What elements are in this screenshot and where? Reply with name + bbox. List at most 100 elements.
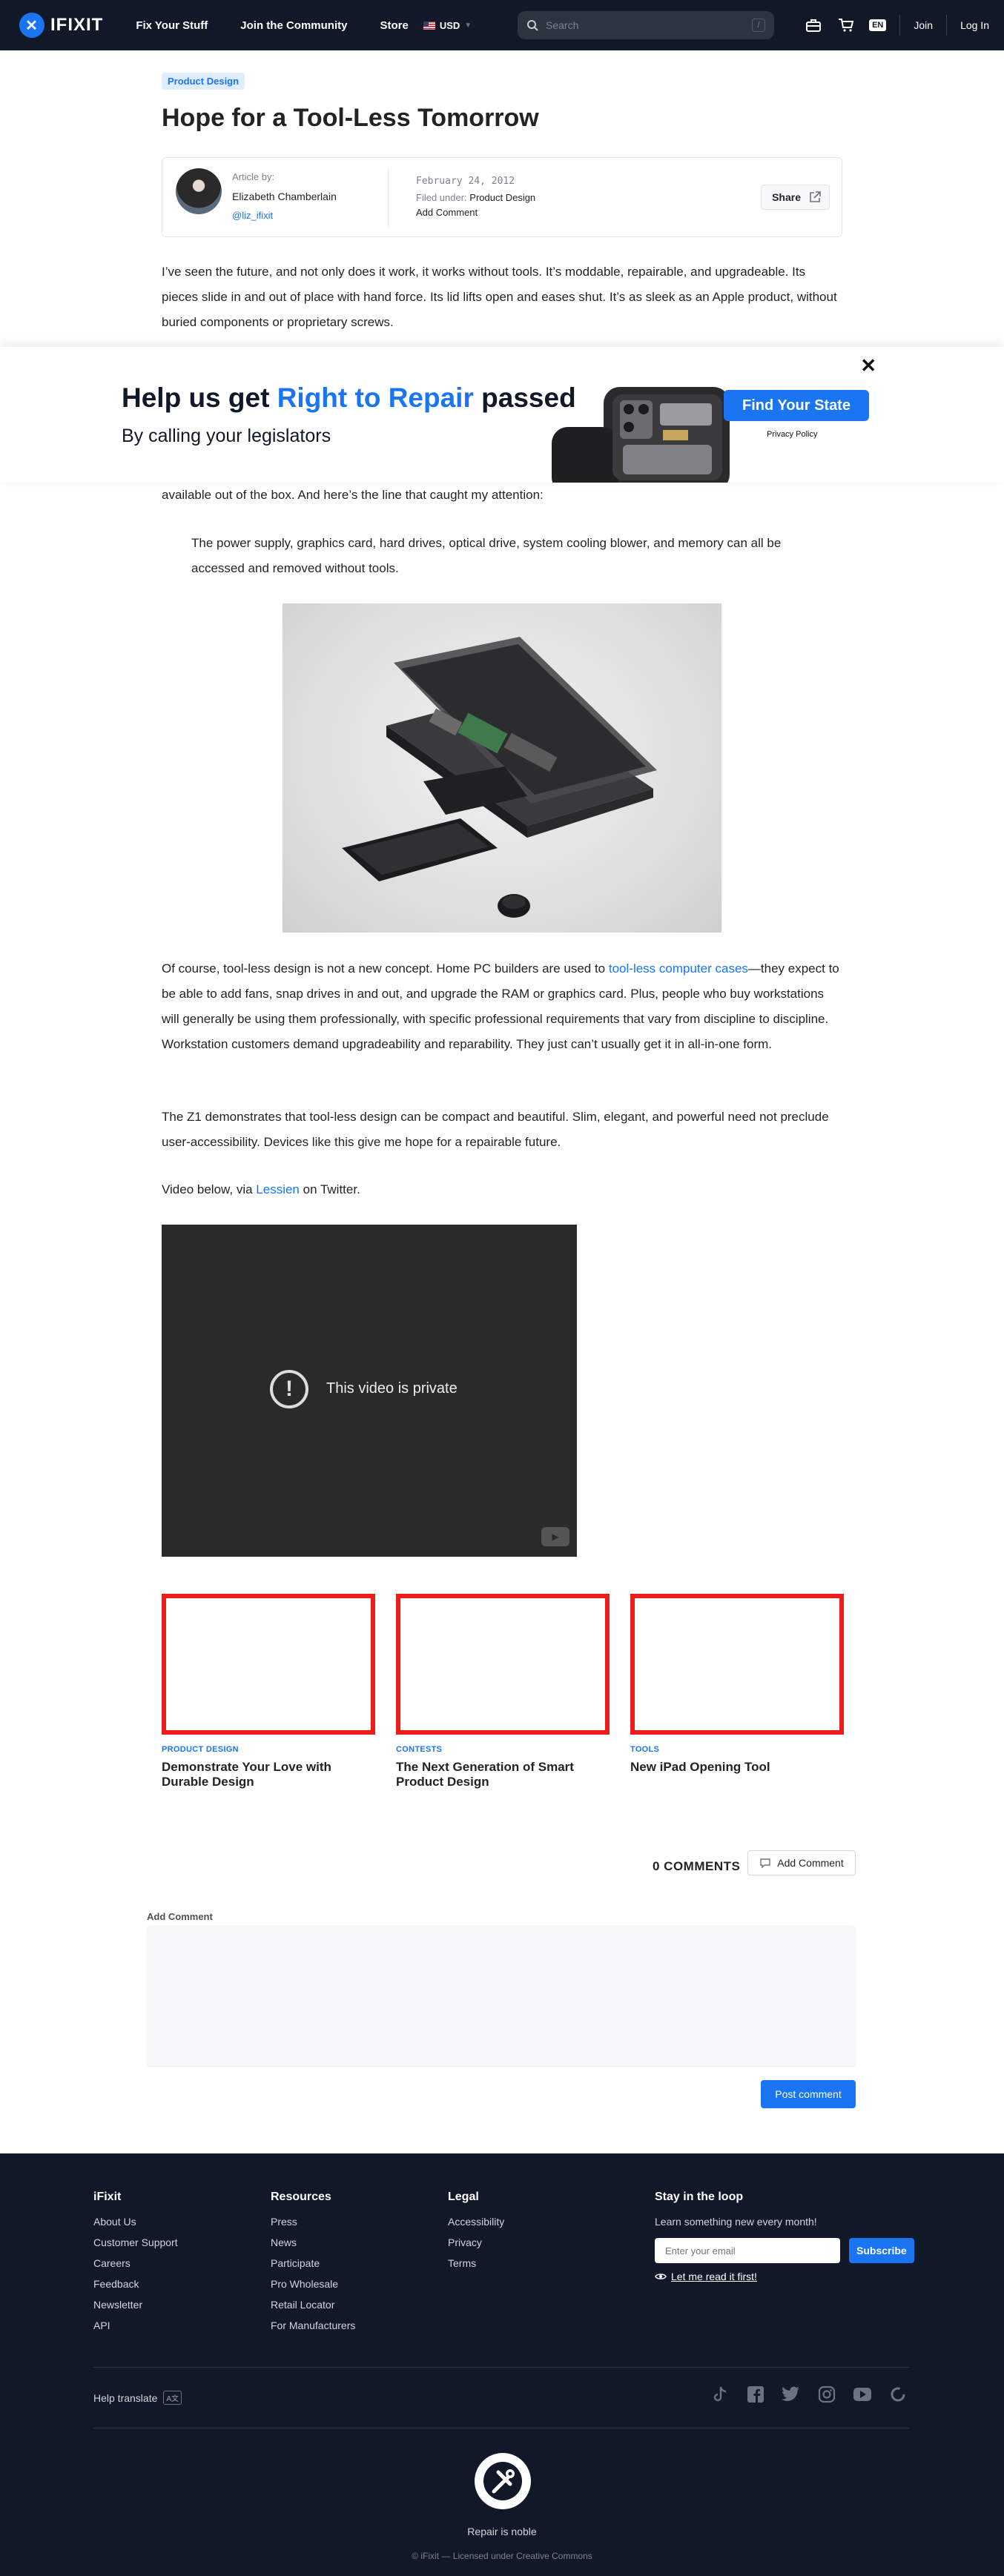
footer-link[interactable]: Pro Wholesale — [271, 2278, 355, 2290]
twitter-icon[interactable] — [782, 2385, 801, 2404]
language-selector[interactable]: EN — [869, 19, 887, 31]
newsletter-email-input[interactable] — [655, 2238, 840, 2263]
related-card-category[interactable]: PRODUCT DESIGN — [162, 1745, 375, 1754]
search-bar[interactable]: / — [518, 11, 774, 39]
site-footer: iFixit About Us Customer Support Careers… — [0, 2153, 1004, 2576]
facebook-icon[interactable] — [746, 2385, 765, 2404]
lessien-link[interactable]: Lessien — [256, 1182, 300, 1196]
help-translate[interactable]: Help translate A文 — [93, 2391, 182, 2405]
article-meta-box: Article by: Elizabeth Chamberlain @liz_i… — [162, 157, 842, 237]
footer-heading: iFixit — [93, 2191, 122, 2203]
p5-text-before: Video below, via — [162, 1182, 257, 1196]
p3-text-before: Of course, tool-less design is not a new… — [162, 961, 609, 976]
related-card[interactable]: CONTESTS The Next Generation of Smart Pr… — [396, 1594, 610, 1789]
youtube-icon[interactable] — [853, 2385, 872, 2404]
nav-divider — [946, 15, 948, 36]
instagram-icon[interactable] — [817, 2385, 836, 2404]
comment-icon — [760, 1858, 770, 1868]
banner-subline: By calling your legislators — [122, 426, 331, 446]
subscribe-button[interactable]: Subscribe — [849, 2238, 914, 2263]
article-category-tag[interactable]: Product Design — [162, 73, 245, 90]
join-link[interactable]: Join — [914, 19, 933, 31]
translate-icon: A文 — [163, 2391, 182, 2405]
login-link[interactable]: Log In — [960, 19, 989, 31]
footer-link[interactable]: Retail Locator — [271, 2299, 355, 2311]
brand-name: IFIXIT — [50, 15, 104, 35]
tool-less-cases-link[interactable]: tool-less computer cases — [609, 961, 748, 976]
footer-copyright: © iFixit — Licensed under Creative Commo… — [412, 2551, 592, 2561]
footer-link[interactable]: Privacy — [448, 2236, 504, 2248]
find-your-state-button[interactable]: Find Your State — [724, 390, 869, 421]
footer-divider — [93, 2367, 909, 2368]
footer-link[interactable]: Accessibility — [448, 2216, 504, 2228]
video-embed[interactable]: ! This video is private ▶ — [162, 1225, 577, 1557]
related-card-category[interactable]: CONTESTS — [396, 1745, 610, 1754]
read-it-first-label: Let me read it first! — [671, 2271, 757, 2282]
related-card-title[interactable]: Demonstrate Your Love with Durable Desig… — [162, 1760, 375, 1789]
currency-label: USD — [439, 19, 460, 31]
share-button[interactable]: Share — [761, 185, 830, 210]
chevron-down-icon: ▼ — [464, 21, 472, 30]
nav-link-join-community[interactable]: Join the Community — [240, 19, 347, 32]
repair-manifesto-logo — [475, 2453, 531, 2509]
related-card-title[interactable]: New iPad Opening Tool — [630, 1760, 844, 1775]
footer-link[interactable]: Participate — [271, 2257, 355, 2269]
nav-actions: EN Join Log In — [804, 0, 989, 50]
article-paragraph-3: Of course, tool-less design is not a new… — [162, 956, 844, 1057]
author-name[interactable]: Elizabeth Chamberlain — [232, 191, 337, 202]
privacy-policy-link[interactable]: Privacy Policy — [767, 430, 817, 439]
p5-text-after: on Twitter. — [299, 1182, 360, 1196]
author-avatar[interactable] — [176, 168, 222, 214]
newsletter-text: Learn something new every month! — [655, 2216, 817, 2228]
footer-link[interactable]: About Us — [93, 2216, 178, 2228]
currency-selector[interactable]: USD ▼ — [423, 20, 472, 31]
footer-link[interactable]: Careers — [93, 2257, 178, 2269]
article-date: February 24, 2012 — [416, 176, 515, 187]
footer-link[interactable]: For Manufacturers — [271, 2320, 355, 2331]
cart-icon[interactable] — [836, 16, 856, 35]
search-icon — [527, 20, 538, 31]
related-card-title[interactable]: The Next Generation of Smart Product Des… — [396, 1760, 610, 1789]
related-card-image[interactable] — [630, 1594, 844, 1735]
social-links — [710, 2385, 908, 2404]
footer-link[interactable]: Newsletter — [93, 2299, 178, 2311]
filed-under: Filed under: Product Design — [416, 192, 535, 203]
youtube-icon[interactable]: ▶ — [541, 1527, 569, 1546]
filed-category-link[interactable]: Product Design — [469, 192, 535, 203]
footer-link[interactable]: Press — [271, 2216, 355, 2228]
exclamation-icon: ! — [270, 1370, 308, 1408]
tiktok-icon[interactable] — [710, 2385, 730, 2404]
nav-link-store[interactable]: Store — [380, 19, 408, 32]
meta-divider — [388, 170, 389, 226]
footer-link[interactable]: API — [93, 2320, 178, 2331]
banner-headline: Help us get Right to Repair passed — [122, 383, 576, 414]
author-handle[interactable]: @liz_ifixit — [232, 210, 273, 221]
footer-link[interactable]: Terms — [448, 2257, 504, 2269]
search-shortcut-hint: / — [752, 19, 765, 32]
add-comment-link[interactable]: Add Comment — [416, 207, 478, 218]
add-comment-button[interactable]: Add Comment — [747, 1850, 856, 1875]
nav-link-fix-your-stuff[interactable]: Fix Your Stuff — [136, 19, 208, 32]
footer-link[interactable]: News — [271, 2236, 355, 2248]
comment-textarea[interactable] — [147, 1926, 856, 2067]
related-card-image[interactable] — [396, 1594, 610, 1735]
footer-link[interactable]: Feedback — [93, 2278, 178, 2290]
footer-link[interactable]: Customer Support — [93, 2236, 178, 2248]
read-it-first-link[interactable]: Let me read it first! — [655, 2271, 914, 2282]
related-card[interactable]: TOOLS New iPad Opening Tool — [630, 1594, 844, 1775]
related-card-category[interactable]: TOOLS — [630, 1745, 844, 1754]
mastodon-icon[interactable] — [888, 2385, 908, 2404]
related-card[interactable]: PRODUCT DESIGN Demonstrate Your Love wit… — [162, 1594, 375, 1789]
comment-form-label: Add Comment — [147, 1911, 213, 1922]
post-comment-button[interactable]: Post comment — [761, 2080, 856, 2108]
article-blockquote: The power supply, graphics card, hard dr… — [191, 536, 782, 575]
filed-label: Filed under: — [416, 192, 467, 203]
related-card-image[interactable] — [162, 1594, 375, 1735]
footer-heading: Resources — [271, 2191, 331, 2203]
footer-col-resources: Resources Press News Participate Pro Who… — [271, 2191, 355, 2340]
close-icon[interactable]: ✕ — [860, 356, 876, 375]
banner-headline-pre: Help us get — [122, 383, 277, 413]
search-input[interactable] — [546, 19, 744, 31]
ifixit-logo[interactable]: ✕ IFIXIT — [19, 13, 103, 38]
toolbox-icon[interactable] — [804, 16, 823, 35]
